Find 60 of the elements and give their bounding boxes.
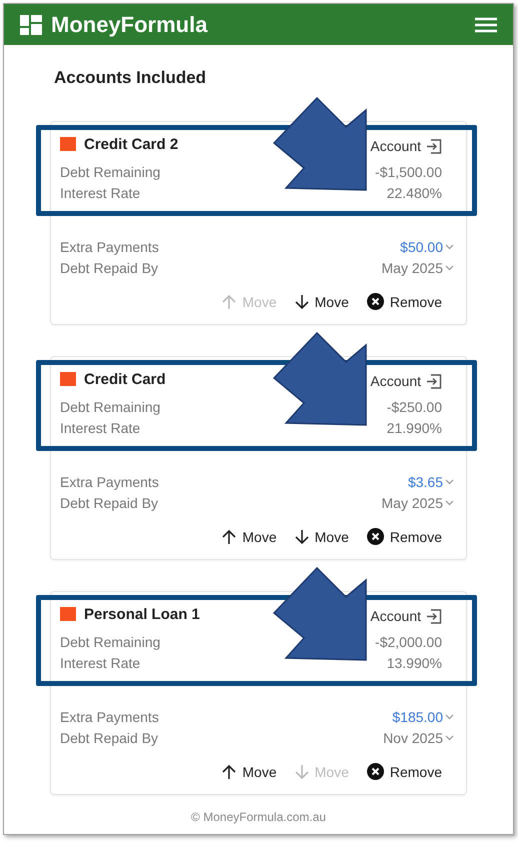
move-button[interactable]: Move — [222, 763, 277, 780]
arrow-up-icon — [222, 294, 236, 310]
field-label: Debt Remaining — [60, 634, 162, 650]
field-value: 21.990% — [386, 420, 442, 436]
arrow-down-icon — [294, 764, 309, 780]
field-label: Interest Rate — [60, 654, 142, 670]
account-name: Credit Card — [84, 370, 167, 388]
move-button[interactable]: Move — [294, 528, 349, 545]
value-dropdown[interactable]: $50.00 — [400, 238, 454, 254]
value-dropdown[interactable]: $3.65 — [408, 474, 454, 490]
footer-text: © MoneyFormula.com.au — [191, 810, 326, 824]
field-label: Extra Payments — [60, 708, 160, 724]
field-label: Interest Rate — [60, 184, 142, 200]
close-icon — [366, 528, 384, 545]
open-icon — [426, 608, 442, 624]
remove-button[interactable]: Remove — [366, 528, 442, 545]
app-title: MoneyFormula — [51, 12, 209, 38]
move-button[interactable]: Move — [222, 528, 277, 545]
field-label: Extra Payments — [60, 474, 160, 490]
open-icon — [426, 374, 442, 388]
arrow-up-icon — [222, 528, 236, 544]
field-label: Extra Payments — [60, 238, 160, 254]
chevron-icon — [445, 478, 454, 484]
value-dropdown[interactable]: May 2025 — [382, 260, 454, 276]
account-link[interactable]: Account — [370, 373, 442, 389]
field-value: -$2,000.00 — [375, 634, 442, 650]
chevron-icon — [445, 500, 454, 506]
move-button[interactable]: Move — [294, 293, 349, 310]
account-name: Personal Loan 1 — [84, 606, 201, 622]
arrow-down-icon — [294, 528, 309, 544]
chevron-icon — [445, 264, 454, 270]
close-icon — [366, 763, 384, 780]
chevron-icon — [445, 714, 454, 720]
section-title: Accounts Included — [54, 68, 208, 88]
remove-button[interactable]: Remove — [366, 763, 442, 780]
value-dropdown[interactable]: $185.00 — [392, 708, 454, 724]
arrow-down-icon — [294, 294, 309, 310]
account-link[interactable]: Account — [370, 608, 442, 624]
chevron-icon — [445, 734, 454, 740]
field-label: Debt Remaining — [60, 164, 162, 180]
menu-icon[interactable] — [475, 16, 497, 32]
field-label: Debt Remaining — [60, 398, 162, 414]
account-name: Credit Card 2 — [84, 136, 180, 152]
field-value: -$1,500.00 — [375, 164, 442, 180]
account-link[interactable]: Account — [370, 138, 442, 154]
value-dropdown[interactable]: May 2025 — [382, 494, 454, 510]
field-label: Debt Repaid By — [60, 730, 160, 746]
field-label: Debt Repaid By — [60, 260, 160, 276]
field-value: -$250.00 — [386, 398, 442, 414]
field-label: Debt Repaid By — [60, 494, 160, 510]
value-dropdown[interactable]: Nov 2025 — [383, 730, 454, 746]
close-icon — [366, 293, 384, 310]
field-value: 13.990% — [386, 654, 442, 670]
logo-icon — [20, 14, 42, 34]
field-value: 22.480% — [386, 184, 442, 200]
chevron-icon — [445, 244, 454, 250]
arrow-up-icon — [222, 764, 236, 780]
open-icon — [426, 138, 442, 154]
field-label: Interest Rate — [60, 420, 142, 436]
remove-button[interactable]: Remove — [366, 293, 442, 310]
